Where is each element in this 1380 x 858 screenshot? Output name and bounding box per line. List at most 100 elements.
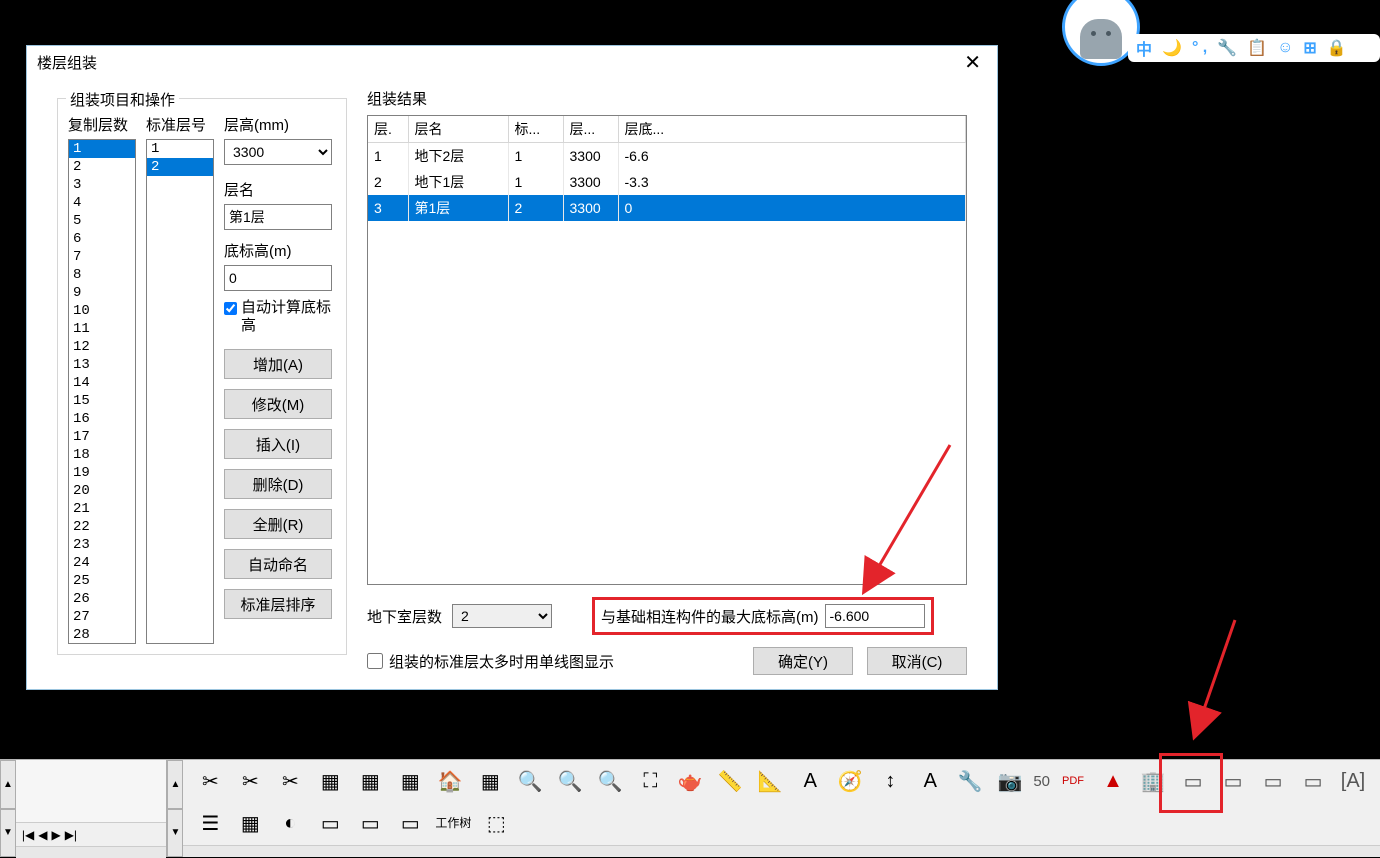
window1-icon[interactable]: ▭	[313, 806, 347, 840]
floor-name-input[interactable]	[224, 204, 332, 230]
text-icon[interactable]: A	[913, 764, 947, 798]
col-floor-idx[interactable]: 层.	[368, 116, 408, 143]
table-row[interactable]: 2地下1层13300-3.3	[368, 169, 966, 195]
delete-button[interactable]: 删除(D)	[224, 469, 332, 499]
ok-button[interactable]: 确定(Y)	[753, 647, 853, 675]
ime-punct-icon[interactable]: ° ,	[1192, 39, 1207, 57]
add-button[interactable]: 增加(A)	[224, 349, 332, 379]
stdsort-button[interactable]: 标准层排序	[224, 589, 332, 619]
dwg-icon[interactable]: ▲	[1096, 764, 1130, 798]
ime-clip-icon[interactable]: 📋	[1247, 38, 1267, 58]
col-std[interactable]: 标...	[508, 116, 563, 143]
list-icon[interactable]: ☰	[193, 806, 227, 840]
work-tree-button[interactable]: 工作树	[433, 806, 473, 840]
teapot-icon[interactable]: 🫖	[673, 764, 707, 798]
ime-smile-icon[interactable]: ☺	[1277, 39, 1293, 57]
scroll-down-icon[interactable]: ▼	[0, 809, 16, 858]
result-table[interactable]: 层. 层名 标... 层... 层底... 1地下2层13300-6.62地下1…	[368, 116, 966, 221]
list-item[interactable]: 19	[69, 464, 135, 482]
cube-view-icon[interactable]: ▦	[353, 764, 387, 798]
cube2-icon[interactable]: ▦	[473, 764, 507, 798]
list-item[interactable]: 15	[69, 392, 135, 410]
height-icon[interactable]: ↕	[873, 764, 907, 798]
compass-icon[interactable]: A	[793, 764, 827, 798]
cubes-icon[interactable]: ▦	[393, 764, 427, 798]
cancel-button[interactable]: 取消(C)	[867, 647, 967, 675]
col-height[interactable]: 层...	[563, 116, 618, 143]
close-icon[interactable]: ✕	[958, 50, 987, 75]
tab-first-icon[interactable]: |◀	[22, 828, 34, 842]
camera-icon[interactable]: 📷	[993, 764, 1027, 798]
list-item[interactable]: 11	[69, 320, 135, 338]
list-item[interactable]: 14	[69, 374, 135, 392]
table-row[interactable]: 1地下2层13300-6.6	[368, 143, 966, 170]
mark-icon[interactable]: ▭	[1256, 764, 1290, 798]
list-item[interactable]: 3	[69, 176, 135, 194]
floor-height-select[interactable]: 3300	[224, 139, 332, 165]
pdf-icon[interactable]: PDF	[1056, 764, 1090, 798]
list-item[interactable]: 26	[69, 590, 135, 608]
list-item[interactable]: 8	[69, 266, 135, 284]
compass2-icon[interactable]: 🧭	[833, 764, 867, 798]
cut-icon[interactable]: ✂	[193, 764, 227, 798]
cube-icon[interactable]: ▦	[313, 764, 347, 798]
house-icon[interactable]: 🏠	[433, 764, 467, 798]
clear-button[interactable]: 全删(R)	[224, 509, 332, 539]
list-item[interactable]: 13	[69, 356, 135, 374]
auto-calc-checkbox[interactable]	[224, 302, 237, 315]
search-icon[interactable]: 🔍	[513, 764, 547, 798]
autoname-button[interactable]: 自动命名	[224, 549, 332, 579]
ime-wrench-icon[interactable]: 🔧	[1217, 38, 1237, 58]
col-elev[interactable]: 层底...	[618, 116, 966, 143]
col-floor-name[interactable]: 层名	[408, 116, 508, 143]
copy-icon[interactable]: ✂	[233, 764, 267, 798]
ime-lock-icon[interactable]: 🔒	[1327, 38, 1347, 58]
ime-moon-icon[interactable]: 🌙	[1162, 38, 1182, 58]
list-item[interactable]: 22	[69, 518, 135, 536]
list-item[interactable]: 4	[69, 194, 135, 212]
tab-prev-icon[interactable]: ◀	[38, 828, 47, 842]
scroll-up-icon[interactable]: ▲	[0, 760, 16, 809]
list-item[interactable]: 9	[69, 284, 135, 302]
paste-icon[interactable]: ✂	[273, 764, 307, 798]
list-item[interactable]: 1	[69, 140, 135, 158]
tab-last-icon[interactable]: ▶|	[65, 828, 77, 842]
copy-count-list[interactable]: 1234567891011121314151617181920212223242…	[68, 139, 136, 644]
zoom-fit-icon[interactable]: 🔍	[593, 764, 627, 798]
text2-icon[interactable]: [A]	[1336, 764, 1370, 798]
split-down-icon[interactable]: ▼	[167, 809, 183, 858]
table-row[interactable]: 3第1层233000	[368, 195, 966, 221]
list-item[interactable]: 27	[69, 608, 135, 626]
list-item[interactable]: 25	[69, 572, 135, 590]
annotate-icon[interactable]: ▭	[1296, 764, 1330, 798]
list-item[interactable]: 20	[69, 482, 135, 500]
ime-lang-icon[interactable]: 中	[1136, 36, 1152, 60]
last-tool-icon[interactable]: ⬚	[479, 806, 513, 840]
ime-grid-icon[interactable]: ⊞	[1303, 38, 1316, 58]
max-elev-input[interactable]	[825, 604, 925, 628]
caliper-icon[interactable]: 📐	[753, 764, 787, 798]
zoom-out-icon[interactable]: 🔍	[553, 764, 587, 798]
list-item[interactable]: 2	[147, 158, 213, 176]
ime-toolbar[interactable]: 中 🌙 ° , 🔧 📋 ☺ ⊞ 🔒	[1128, 34, 1380, 62]
insert-button[interactable]: 插入(I)	[224, 429, 332, 459]
list-item[interactable]: 16	[69, 410, 135, 428]
list-item[interactable]: 6	[69, 230, 135, 248]
ruler-icon[interactable]: 📏	[713, 764, 747, 798]
list-item[interactable]: 28	[69, 626, 135, 644]
crop-icon[interactable]: ⛶	[633, 764, 667, 798]
base-elev-input[interactable]	[224, 265, 332, 291]
basement-count-select[interactable]: 2	[452, 604, 552, 628]
cam-icon[interactable]: 🔧	[953, 764, 987, 798]
list-item[interactable]: 18	[69, 446, 135, 464]
list-item[interactable]: 23	[69, 536, 135, 554]
list-item[interactable]: 5	[69, 212, 135, 230]
list-item[interactable]: 1	[147, 140, 213, 158]
singleline-checkbox[interactable]	[367, 653, 383, 669]
tab-next-icon[interactable]: ▶	[51, 828, 60, 842]
window3-icon[interactable]: ▭	[393, 806, 427, 840]
list-item[interactable]: 7	[69, 248, 135, 266]
list-item[interactable]: 2	[69, 158, 135, 176]
split-up-icon[interactable]: ▲	[167, 760, 183, 809]
modify-button[interactable]: 修改(M)	[224, 389, 332, 419]
